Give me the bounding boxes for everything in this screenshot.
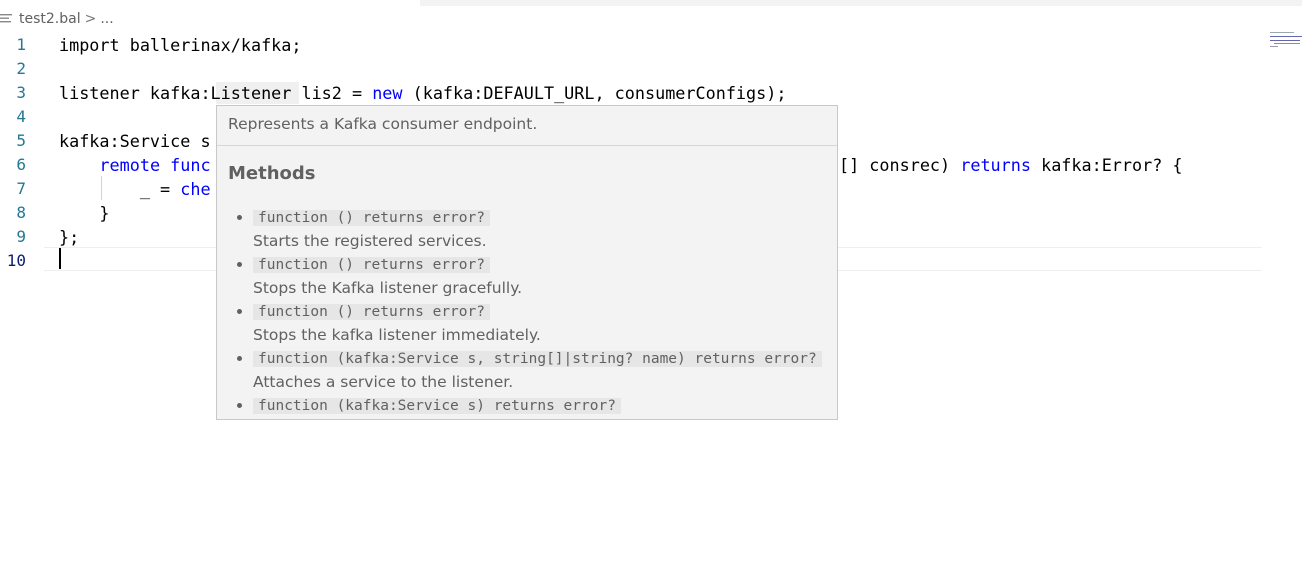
line-number: 8 <box>16 203 26 222</box>
method-item: function (kafka:Service s) returns error… <box>253 394 837 418</box>
code-token: import ballerinax/kafka; <box>59 35 302 55</box>
code-token: }; <box>59 227 80 247</box>
breadcrumb: test2.bal > ... <box>0 9 114 29</box>
method-signature: function (kafka:Service s) returns error… <box>253 398 621 414</box>
code-line[interactable]: remote func <box>59 153 211 177</box>
code-line[interactable]: }; <box>59 225 79 249</box>
hover-summary: Represents a Kafka consumer endpoint. <box>217 106 837 146</box>
file-lines-icon <box>0 14 12 23</box>
methods-list: function () returns error? Starts the re… <box>217 206 837 418</box>
line-number: 9 <box>16 227 26 246</box>
line-number: 6 <box>16 155 26 174</box>
method-item: function () returns error? Starts the re… <box>253 206 837 253</box>
breadcrumb-file[interactable]: test2.bal <box>19 11 81 27</box>
code-line[interactable]: kafka:Service s <box>59 129 211 153</box>
method-description: Stops the kafka listener immediately. <box>253 326 541 344</box>
method-item: function () returns error? Stops the kaf… <box>253 300 837 347</box>
breadcrumb-more[interactable]: ... <box>100 11 113 27</box>
code-token: _ = <box>59 179 181 199</box>
code-line[interactable]: _ = che <box>59 177 211 201</box>
code-keyword: new <box>372 83 403 103</box>
breadcrumb-separator: > <box>84 11 97 27</box>
method-signature: function () returns error? <box>253 304 490 320</box>
code-token: kafka:Error? { <box>1030 155 1183 175</box>
line-number: 3 <box>16 83 26 102</box>
tab-strip <box>0 0 1302 6</box>
code-token: [] consrec) <box>839 155 961 175</box>
code-token: (kafka:DEFAULT_URL, consumerConfigs); <box>402 83 787 103</box>
line-number: 1 <box>16 35 26 54</box>
code-keyword: returns <box>960 155 1031 175</box>
line-number-current: 10 <box>6 251 26 270</box>
method-description: Attaches a service to the listener. <box>253 373 514 391</box>
code-keyword: che <box>180 179 211 199</box>
line-number: 4 <box>16 107 26 126</box>
code-line-6-tail[interactable]: [] consrec) returns kafka:Error? { <box>839 153 1183 177</box>
method-item: function (kafka:Service s, string[]|stri… <box>253 347 837 394</box>
method-item: function () returns error? Stops the Kaf… <box>253 253 837 300</box>
code-token: } <box>59 203 110 223</box>
method-description: Starts the registered services. <box>253 232 487 250</box>
code-keyword: remote func <box>99 155 211 175</box>
method-signature: function () returns error? <box>253 257 490 273</box>
minimap[interactable] <box>1268 30 1302 52</box>
method-signature: function () returns error? <box>253 210 490 226</box>
code-token: kafka:Service s <box>59 131 211 151</box>
hover-tooltip: Represents a Kafka consumer endpoint. Me… <box>216 105 838 420</box>
active-tab[interactable] <box>0 0 420 6</box>
text-cursor <box>59 248 61 269</box>
method-signature: function (kafka:Service s, string[]|stri… <box>253 351 822 367</box>
method-description: Stops the Kafka listener gracefully. <box>253 279 523 297</box>
line-number: 5 <box>16 131 26 150</box>
code-line[interactable]: import ballerinax/kafka; <box>59 33 301 57</box>
line-number: 2 <box>16 59 26 78</box>
code-token: listener kafka:Listener lis2 = <box>59 83 373 103</box>
methods-heading: Methods <box>228 163 316 184</box>
code-line[interactable]: } <box>59 201 110 225</box>
code-line[interactable]: listener kafka:Listener lis2 = new (kafk… <box>59 81 786 105</box>
line-number: 7 <box>16 179 26 198</box>
